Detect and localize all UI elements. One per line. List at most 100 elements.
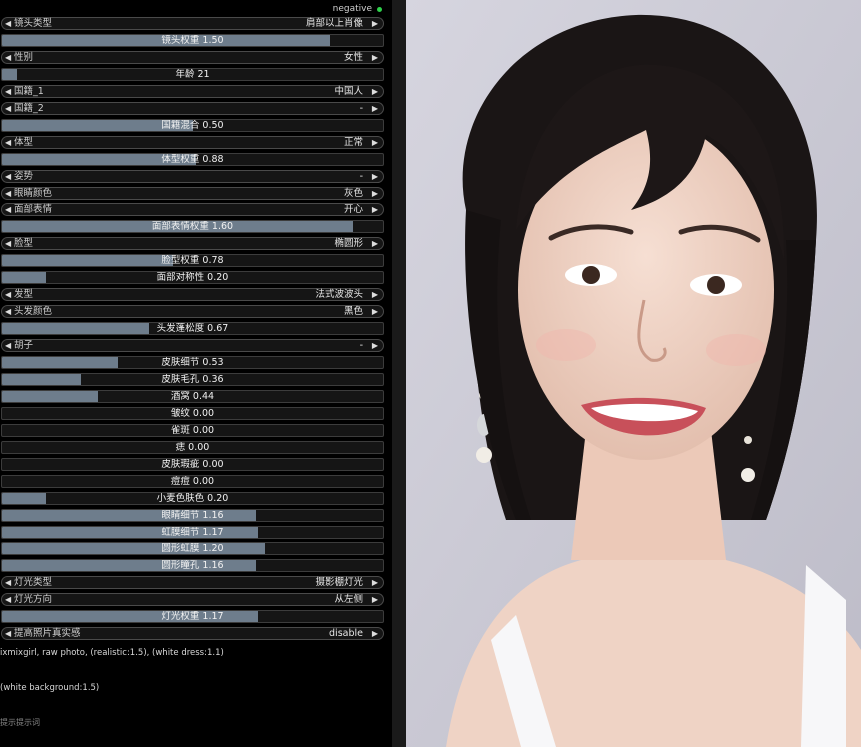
prev-arrow-icon[interactable]: ◀	[5, 289, 11, 301]
combo-label: 体型	[14, 136, 34, 148]
slider-26[interactable]: 皮肤瑕疵 0.00	[1, 457, 384, 471]
combo-17[interactable]: ◀ 头发颜色 黑色 ▶	[1, 305, 384, 319]
slider-8[interactable]: 体型权重 0.88	[1, 152, 384, 166]
prev-arrow-icon[interactable]: ◀	[5, 594, 11, 606]
negative-prompt-text[interactable]: (white background:1.5)	[0, 683, 99, 693]
combo-11[interactable]: ◀ 面部表情 开心 ▶	[1, 203, 384, 217]
slider-22[interactable]: 酒窝 0.44	[1, 389, 384, 403]
combo-16[interactable]: ◀ 发型 法式波波头 ▶	[1, 288, 384, 302]
next-arrow-icon[interactable]: ▶	[372, 137, 378, 149]
prev-arrow-icon[interactable]: ◀	[5, 103, 11, 115]
prev-arrow-icon[interactable]: ◀	[5, 306, 11, 318]
combo-label: 姿势	[14, 170, 34, 182]
slider-label: 国籍混合 0.50	[161, 119, 224, 131]
next-arrow-icon[interactable]: ▶	[372, 628, 378, 640]
combo-0[interactable]: ◀ 镜头类型 肩部以上肖像 ▶	[1, 17, 384, 30]
slider-20[interactable]: 皮肤细节 0.53	[1, 356, 384, 369]
slider-25[interactable]: 痣 0.00	[1, 440, 384, 454]
next-arrow-icon[interactable]: ▶	[372, 86, 378, 98]
combo-value: 正常	[343, 136, 363, 148]
slider-12[interactable]: 面部表情权重 1.60	[1, 220, 384, 234]
slider-label: 面部对称性 0.20	[156, 272, 229, 284]
combo-13[interactable]: ◀ 脸型 椭圆形 ▶	[1, 237, 384, 251]
slider-14[interactable]: 脸型权重 0.78	[1, 254, 384, 268]
slider-30[interactable]: 虹膜细节 1.17	[1, 525, 384, 539]
next-arrow-icon[interactable]: ▶	[372, 18, 378, 30]
portrait-image	[406, 0, 861, 747]
next-arrow-icon[interactable]: ▶	[372, 52, 378, 64]
combo-label: 头发颜色	[14, 306, 53, 318]
status-dot-icon	[377, 6, 382, 12]
prev-arrow-icon[interactable]: ◀	[5, 340, 11, 352]
panel-divider	[392, 0, 406, 747]
slider-label: 圆形瞳孔 1.16	[161, 560, 224, 572]
next-arrow-icon[interactable]: ▶	[372, 188, 378, 200]
slider-6[interactable]: 国籍混合 0.50	[1, 118, 384, 132]
combo-value: disable	[329, 628, 363, 640]
combo-value: 灰色	[343, 187, 363, 199]
combo-label: 脸型	[14, 238, 34, 250]
slider-32[interactable]: 圆形瞳孔 1.16	[1, 559, 384, 573]
combo-34[interactable]: ◀ 灯光方向 从左侧 ▶	[1, 593, 384, 607]
next-arrow-icon[interactable]: ▶	[372, 103, 378, 115]
slider-label: 年龄 21	[175, 68, 210, 80]
slider-3[interactable]: 年龄 21	[1, 67, 384, 81]
prev-arrow-icon[interactable]: ◀	[5, 238, 11, 250]
combo-value: 中国人	[334, 85, 363, 97]
combo-value: 椭圆形	[334, 238, 363, 250]
slider-1[interactable]: 镜头权重 1.50	[1, 34, 384, 47]
slider-28[interactable]: 小麦色肤色 0.20	[1, 491, 384, 505]
combo-label: 国籍_1	[14, 85, 44, 97]
prev-arrow-icon[interactable]: ◀	[5, 171, 11, 183]
slider-label: 痣 0.00	[175, 441, 210, 453]
next-arrow-icon[interactable]: ▶	[372, 306, 378, 318]
slider-label: 雀斑 0.00	[170, 424, 215, 436]
combo-value: 从左侧	[334, 594, 363, 606]
prev-arrow-icon[interactable]: ◀	[5, 628, 11, 640]
combo-2[interactable]: ◀ 性别 女性 ▶	[1, 50, 384, 64]
next-arrow-icon[interactable]: ▶	[372, 238, 378, 250]
prev-arrow-icon[interactable]: ◀	[5, 86, 11, 98]
combo-33[interactable]: ◀ 灯光类型 摄影棚灯光 ▶	[1, 576, 384, 590]
combo-label: 提高照片真实感	[14, 628, 81, 640]
combo-9[interactable]: ◀ 姿势 - ▶	[1, 169, 384, 183]
prev-arrow-icon[interactable]: ◀	[5, 204, 11, 216]
slider-label: 虹膜细节 1.17	[161, 526, 224, 538]
settings-panel: negative ◀ 镜头类型 肩部以上肖像 ▶ 镜头权重 1.50 ◀ 性别 女性 ▶ 年龄 2…	[0, 0, 392, 747]
prev-arrow-icon[interactable]: ◀	[5, 137, 11, 149]
next-arrow-icon[interactable]: ▶	[372, 171, 378, 183]
slider-29[interactable]: 眼睛细节 1.16	[1, 508, 384, 522]
combo-10[interactable]: ◀ 眼睛颜色 灰色 ▶	[1, 186, 384, 200]
slider-18[interactable]: 头发蓬松度 0.67	[1, 322, 384, 336]
prev-arrow-icon[interactable]: ◀	[5, 188, 11, 200]
combo-value: 摄影棚灯光	[315, 577, 363, 589]
next-arrow-icon[interactable]: ▶	[372, 289, 378, 301]
combo-7[interactable]: ◀ 体型 正常 ▶	[1, 135, 384, 149]
slider-21[interactable]: 皮肤毛孔 0.36	[1, 372, 384, 386]
positive-prompt-text[interactable]: ixmixgirl, raw photo, (realistic:1.5), (…	[0, 648, 224, 658]
combo-36[interactable]: ◀ 提高照片真实感 disable ▶	[1, 627, 384, 641]
slider-label: 皮肤细节 0.53	[161, 357, 224, 368]
next-arrow-icon[interactable]: ▶	[372, 340, 378, 352]
slider-label: 灯光权重 1.17	[161, 611, 224, 623]
slider-35[interactable]: 灯光权重 1.17	[1, 610, 384, 624]
prev-arrow-icon[interactable]: ◀	[5, 52, 11, 64]
combo-value: 肩部以上肖像	[305, 18, 363, 29]
combo-5[interactable]: ◀ 国籍_2 - ▶	[1, 101, 384, 115]
combo-19[interactable]: ◀ 胡子 - ▶	[1, 339, 384, 353]
combo-4[interactable]: ◀ 国籍_1 中国人 ▶	[1, 84, 384, 98]
prev-arrow-icon[interactable]: ◀	[5, 577, 11, 589]
combo-value: -	[359, 102, 363, 114]
slider-31[interactable]: 圆形虹膜 1.20	[1, 542, 384, 556]
slider-label: 皱纹 0.00	[170, 407, 215, 419]
slider-27[interactable]: 痘痘 0.00	[1, 474, 384, 488]
slider-23[interactable]: 皱纹 0.00	[1, 406, 384, 420]
slider-24[interactable]: 雀斑 0.00	[1, 423, 384, 437]
next-arrow-icon[interactable]: ▶	[372, 204, 378, 216]
next-arrow-icon[interactable]: ▶	[372, 577, 378, 589]
slider-15[interactable]: 面部对称性 0.20	[1, 271, 384, 285]
portrait-illustration	[406, 0, 861, 747]
negative-label: negative	[332, 4, 372, 14]
next-arrow-icon[interactable]: ▶	[372, 594, 378, 606]
prev-arrow-icon[interactable]: ◀	[5, 18, 11, 30]
